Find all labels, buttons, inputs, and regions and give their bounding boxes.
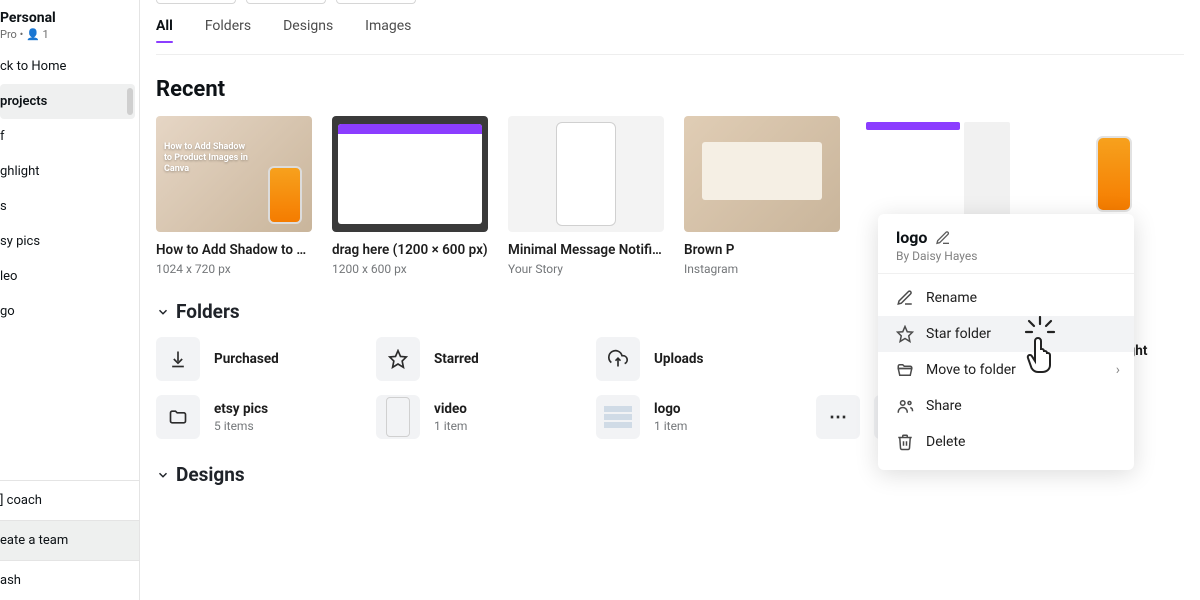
context-delete[interactable]: Delete bbox=[878, 424, 1134, 460]
filter-box[interactable] bbox=[156, 0, 236, 4]
context-header: logo By Daisy Hayes bbox=[878, 224, 1134, 274]
design-title: How to Add Shadow to Pr… bbox=[156, 242, 312, 258]
design-meta: 1200 x 600 px bbox=[332, 262, 488, 276]
folder-etsy-pics[interactable]: etsy pics 5 items bbox=[156, 395, 362, 439]
tab-folders[interactable]: Folders bbox=[205, 18, 251, 42]
folder-icon bbox=[156, 395, 200, 439]
sidebar-back-home[interactable]: ck to Home bbox=[0, 49, 139, 84]
more-icon[interactable]: ⋯ bbox=[816, 395, 860, 439]
filter-box[interactable] bbox=[336, 0, 416, 4]
folder-logo[interactable]: logo 1 item bbox=[596, 395, 802, 439]
cloud-upload-icon bbox=[596, 337, 640, 381]
workspace-name: Personal bbox=[0, 10, 131, 26]
context-move-folder[interactable]: Move to folder › bbox=[878, 352, 1134, 388]
folder-meta: 1 item bbox=[434, 419, 467, 433]
chevron-right-icon: › bbox=[1116, 362, 1120, 378]
design-thumb bbox=[684, 116, 840, 232]
design-card[interactable]: drag here (1200 × 600 px) 1200 x 600 px bbox=[332, 116, 488, 276]
context-menu: logo By Daisy Hayes Rename Star folder M… bbox=[878, 214, 1134, 470]
pencil-icon bbox=[896, 289, 914, 307]
folder-meta: 1 item bbox=[654, 419, 687, 433]
context-share[interactable]: Share bbox=[878, 388, 1134, 424]
people-icon bbox=[896, 397, 914, 415]
folder-meta: 5 items bbox=[214, 419, 268, 433]
trash-icon bbox=[896, 433, 914, 451]
star-icon bbox=[896, 325, 914, 343]
chevron-down-icon bbox=[156, 468, 170, 482]
context-rename[interactable]: Rename bbox=[878, 280, 1134, 316]
logo-thumb-icon bbox=[596, 395, 640, 439]
folder-name: Uploads bbox=[654, 351, 703, 367]
tab-images[interactable]: Images bbox=[365, 18, 411, 42]
folder-name: Purchased bbox=[214, 351, 279, 367]
tab-all[interactable]: All bbox=[156, 18, 173, 42]
pencil-icon[interactable] bbox=[935, 230, 951, 246]
download-icon bbox=[156, 337, 200, 381]
sidebar-item-projects[interactable]: projects bbox=[0, 84, 135, 119]
sidebar-item-2[interactable]: ghlight bbox=[0, 154, 139, 189]
main-content: All Folders Designs Images Recent How to… bbox=[140, 0, 1200, 600]
section-recent-title: Recent bbox=[156, 77, 1184, 102]
folder-name: Starred bbox=[434, 351, 479, 367]
sidebar: Personal Pro • 👤 1 ck to Home projects f… bbox=[0, 0, 140, 600]
sidebar-item-3[interactable]: s bbox=[0, 189, 139, 224]
folder-open-icon bbox=[896, 361, 914, 379]
sidebar-item-5[interactable]: leo bbox=[0, 259, 139, 294]
sidebar-item-4[interactable]: sy pics bbox=[0, 224, 139, 259]
design-thumb bbox=[508, 116, 664, 232]
sidebar-item-6[interactable]: go bbox=[0, 294, 139, 329]
design-title: Brown P bbox=[684, 242, 840, 258]
tab-designs[interactable]: Designs bbox=[283, 18, 333, 42]
design-thumb bbox=[332, 116, 488, 232]
folder-uploads[interactable]: Uploads bbox=[596, 337, 802, 381]
workspace-meta: Pro • 👤 1 bbox=[0, 28, 131, 41]
sidebar-coach[interactable]: ] coach bbox=[0, 480, 139, 520]
sidebar-item-1[interactable]: f bbox=[0, 119, 139, 154]
filter-box[interactable] bbox=[246, 0, 326, 4]
star-icon bbox=[376, 337, 420, 381]
folder-video[interactable]: video 1 item bbox=[376, 395, 582, 439]
folder-name: logo bbox=[654, 401, 687, 417]
design-card[interactable]: Brown P Instagram bbox=[684, 116, 840, 276]
context-subtitle: By Daisy Hayes bbox=[896, 249, 1116, 263]
folder-name: video bbox=[434, 401, 467, 417]
folder-purchased[interactable]: Purchased bbox=[156, 337, 362, 381]
design-meta: Your Story bbox=[508, 262, 664, 276]
chevron-down-icon bbox=[156, 305, 170, 319]
design-meta: Instagram bbox=[684, 262, 840, 276]
workspace-header: Personal Pro • 👤 1 bbox=[0, 0, 139, 49]
folder-starred[interactable]: Starred bbox=[376, 337, 582, 381]
design-card[interactable]: How to Add Shadow to Product Images in C… bbox=[156, 116, 312, 276]
design-meta: 1024 x 720 px bbox=[156, 262, 312, 276]
design-thumb: How to Add Shadow to Product Images in C… bbox=[156, 116, 312, 232]
sidebar-trash[interactable]: ash bbox=[0, 560, 139, 600]
design-title: Minimal Message Notific… bbox=[508, 242, 664, 258]
sidebar-create-team[interactable]: eate a team bbox=[0, 520, 139, 560]
folder-name: etsy pics bbox=[214, 401, 268, 417]
design-card[interactable]: Minimal Message Notific… Your Story bbox=[508, 116, 664, 276]
context-title: logo bbox=[896, 228, 927, 247]
context-star-folder[interactable]: Star folder bbox=[878, 316, 1134, 352]
toolbar-filter-boxes bbox=[156, 0, 1184, 10]
tabs: All Folders Designs Images bbox=[156, 10, 1184, 55]
design-title: drag here (1200 × 600 px) bbox=[332, 242, 488, 258]
video-thumb-icon bbox=[376, 395, 420, 439]
